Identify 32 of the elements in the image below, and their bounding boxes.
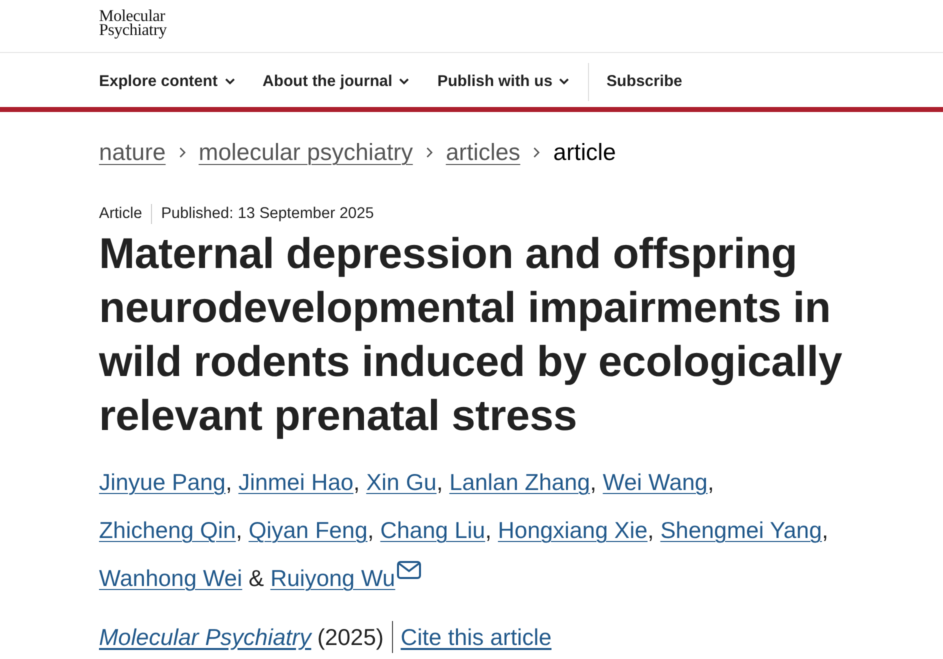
- author-link[interactable]: Hongxiang Xie: [498, 517, 648, 543]
- article-type: Article: [99, 204, 142, 224]
- article-title: Maternal depression and offspring neurodevelopmental impairments in wild rodents induced by ecologically relevant prenatal stress: [99, 229, 844, 442]
- menu-button[interactable]: Publish with us: [437, 70, 570, 94]
- journal-logo[interactable]: Molecular Psychiatry: [99, 0, 167, 37]
- menu-button[interactable]: About the journal: [262, 70, 410, 94]
- chevron-right-icon: [533, 147, 540, 158]
- author-link[interactable]: Shengmei Yang: [660, 517, 822, 543]
- breadcrumb-link[interactable]: nature: [99, 137, 166, 168]
- author-link[interactable]: Lanlan Zhang: [449, 469, 590, 495]
- author-link[interactable]: Wei Wang: [602, 469, 708, 495]
- breadcrumb-link[interactable]: articles: [446, 137, 520, 168]
- subscribe-link[interactable]: Subscribe: [606, 70, 682, 94]
- author-link[interactable]: Chang Liu: [380, 517, 486, 543]
- author-link[interactable]: Xin Gu: [366, 469, 437, 495]
- author-link[interactable]: Jinyue Pang: [99, 469, 226, 495]
- journal-link[interactable]: Molecular Psychiatry: [99, 620, 312, 654]
- chevron-right-icon: [426, 147, 433, 158]
- author-link[interactable]: Wanhong Wei: [99, 565, 242, 591]
- chevron-right-icon: [178, 147, 186, 158]
- breadcrumb-current: article: [553, 138, 616, 167]
- envelope-icon[interactable]: [397, 561, 422, 579]
- published-date: Published: 13 September 2025: [161, 204, 374, 224]
- breadcrumb-link[interactable]: molecular psychiatry: [198, 137, 413, 168]
- cite-link[interactable]: Cite this article: [400, 620, 552, 654]
- publication-year: (2025): [317, 623, 384, 652]
- author-link[interactable]: Zhicheng Qin: [99, 517, 236, 543]
- author-link[interactable]: Qiyan Feng: [248, 517, 368, 543]
- author-list: Jinyue Pang, Jinmei Hao, Xin Gu, Lanlan Zhang, Wei Wang, Zhicheng Qin, Qiyan Feng, Chang Liu, Hongxiang Xie, Shengmei Yang, Wanhong Wei & Ruiyong Wu: [99, 458, 851, 602]
- menu-button[interactable]: Explore content: [99, 70, 235, 94]
- author-link[interactable]: Ruiyong Wu: [270, 565, 396, 591]
- author-link[interactable]: Jinmei Hao: [238, 469, 354, 495]
